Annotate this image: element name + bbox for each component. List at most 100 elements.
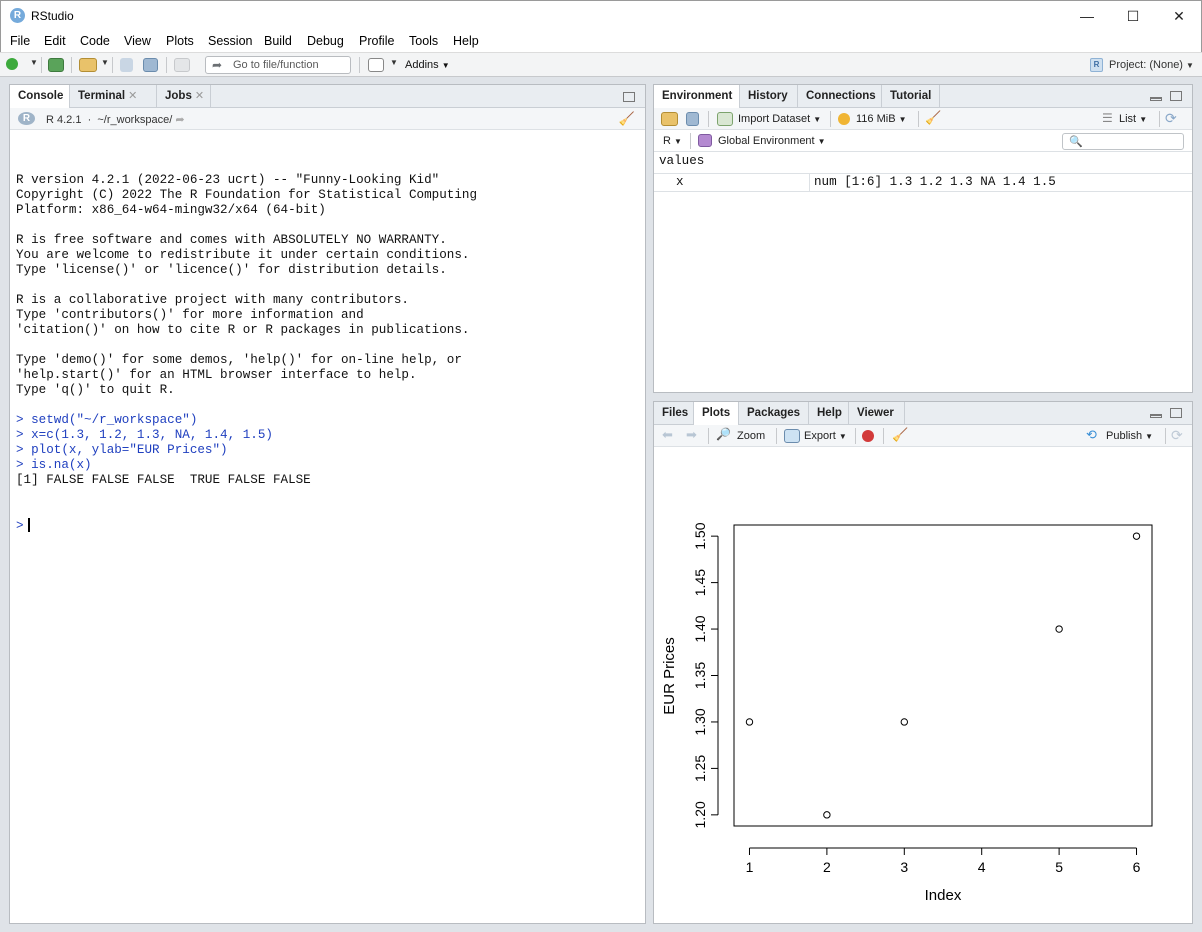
menu-help[interactable]: Help	[453, 34, 479, 48]
clear-console-icon[interactable]: 🧹	[619, 111, 635, 127]
minimize-pane-icon[interactable]	[1150, 97, 1162, 101]
toolbar-divider	[830, 111, 831, 127]
chevron-down-icon: ▼	[1139, 115, 1148, 124]
maximize-pane-icon[interactable]	[1170, 91, 1182, 101]
publish-button[interactable]: Publish ▼	[1106, 430, 1153, 442]
restore-pane-icon[interactable]	[623, 92, 635, 102]
environment-icon	[698, 134, 712, 147]
open-folder-icon[interactable]	[79, 58, 97, 72]
maximize-pane-icon[interactable]	[1170, 408, 1182, 418]
goto-file-input[interactable]: ➦ Go to file/function	[205, 56, 351, 74]
tab-jobs[interactable]: Jobs ✕	[157, 85, 211, 108]
publish-icon: ⟲	[1086, 427, 1097, 442]
project-menu[interactable]: Project: (None) ▼	[1109, 59, 1194, 71]
tab-help[interactable]: Help	[809, 402, 849, 425]
console-output[interactable]: R version 4.2.1 (2022-06-23 ucrt) -- "Fu…	[16, 143, 477, 563]
console-prompt[interactable]: >	[16, 518, 477, 533]
clear-plots-icon[interactable]: 🧹	[892, 427, 908, 443]
menu-bar: File Edit Code View Plots Session Build …	[0, 30, 1202, 52]
zoom-button[interactable]: Zoom	[737, 430, 765, 442]
y-tick-label: 1.50	[692, 522, 708, 549]
data-point	[823, 811, 831, 819]
data-point	[745, 718, 754, 726]
tab-console[interactable]: Console	[10, 85, 70, 109]
go-to-directory-icon[interactable]: ➦	[175, 114, 184, 126]
clear-workspace-icon[interactable]: 🧹	[925, 110, 941, 126]
x-tick-label: 3	[900, 859, 908, 875]
close-button[interactable]: ✕	[1156, 1, 1202, 31]
export-icon	[784, 429, 800, 443]
env-search-input[interactable]: 🔍	[1062, 133, 1184, 150]
minimize-button[interactable]: —	[1064, 1, 1110, 31]
data-point	[1132, 532, 1141, 540]
toolbar-divider	[855, 428, 856, 444]
search-icon: 🔍	[1069, 136, 1083, 148]
env-section-header: values	[659, 154, 705, 168]
console-info: R 4.2.1 · ~/r_workspace/ ➦	[46, 114, 185, 126]
menu-plots[interactable]: Plots	[166, 34, 194, 48]
console-output-line: Copyright (C) 2022 The R Foundation for …	[16, 188, 478, 202]
previous-plot-icon[interactable]: ⬅	[662, 427, 673, 443]
save-all-icon[interactable]	[143, 58, 158, 72]
print-icon[interactable]	[174, 58, 190, 72]
tab-files[interactable]: Files	[654, 402, 694, 425]
tab-history[interactable]: History	[740, 85, 798, 108]
next-plot-icon[interactable]: ➡	[686, 427, 697, 443]
minimize-pane-icon[interactable]	[1150, 414, 1162, 418]
window-title: RStudio	[31, 9, 74, 23]
save-workspace-icon[interactable]	[686, 112, 699, 126]
menu-view[interactable]: View	[124, 34, 151, 48]
new-project-icon[interactable]	[48, 58, 64, 72]
tab-plots[interactable]: Plots	[694, 402, 739, 426]
view-mode-select[interactable]: List ▼	[1119, 113, 1147, 125]
tab-environment[interactable]: Environment	[654, 85, 740, 109]
chevron-down-icon[interactable]: ▼	[30, 58, 38, 67]
menu-edit[interactable]: Edit	[44, 34, 66, 48]
remove-plot-icon[interactable]	[862, 430, 874, 442]
menu-profile[interactable]: Profile	[359, 34, 394, 48]
r-logo-icon: R	[18, 112, 35, 125]
console-lines: R version 4.2.1 (2022-06-23 ucrt) -- "Fu…	[16, 173, 477, 488]
tab-tutorial[interactable]: Tutorial	[882, 85, 940, 108]
chevron-down-icon: ▼	[898, 115, 907, 124]
language-select[interactable]: R ▼	[663, 135, 682, 147]
menu-tools[interactable]: Tools	[409, 34, 438, 48]
env-variable-name[interactable]: x	[676, 175, 684, 189]
import-dataset-button[interactable]: Import Dataset ▼	[738, 113, 821, 125]
tab-viewer[interactable]: Viewer	[849, 402, 905, 425]
menu-file[interactable]: File	[10, 34, 30, 48]
view-mode-label: List	[1119, 113, 1137, 125]
menu-debug[interactable]: Debug	[307, 34, 344, 48]
plots-pane: Files Plots Packages Help Viewer ⬅ ➡ 🔎 Z…	[653, 401, 1193, 924]
title-bar: R RStudio — ☐ ✕	[0, 0, 1202, 30]
memory-usage-button[interactable]: 116 MiB ▼	[856, 113, 907, 125]
working-directory[interactable]: ~/r_workspace/	[97, 114, 172, 126]
menu-build[interactable]: Build	[264, 34, 292, 48]
export-button[interactable]: Export ▼	[804, 430, 847, 442]
addins-menu[interactable]: Addins ▼	[405, 59, 450, 71]
load-workspace-icon[interactable]	[661, 112, 678, 126]
zoom-icon: 🔎	[716, 427, 731, 441]
pane-layout-icon[interactable]	[368, 58, 384, 72]
console-output-line: 'citation()' on how to cite R or R packa…	[16, 323, 470, 337]
console-output-line: R is a collaborative project with many c…	[16, 293, 409, 307]
environment-scope-select[interactable]: Global Environment ▼	[718, 135, 826, 147]
tab-packages[interactable]: Packages	[739, 402, 809, 425]
chevron-down-icon[interactable]: ▼	[101, 58, 109, 67]
maximize-button[interactable]: ☐	[1110, 1, 1156, 31]
toolbar-divider	[776, 428, 777, 444]
tab-connections[interactable]: Connections	[798, 85, 882, 108]
new-file-icon[interactable]	[6, 58, 18, 70]
refresh-icon[interactable]: ⟳	[1165, 110, 1177, 127]
refresh-plot-icon[interactable]: ⟳	[1171, 427, 1183, 444]
tab-terminal[interactable]: Terminal ✕	[70, 85, 157, 108]
menu-session[interactable]: Session	[208, 34, 252, 48]
menu-code[interactable]: Code	[80, 34, 110, 48]
r-version: R 4.2.1	[46, 114, 82, 126]
env-variable-value[interactable]: num [1:6] 1.3 1.2 1.3 NA 1.4 1.5	[814, 175, 1056, 189]
close-tab-icon[interactable]: ✕	[195, 90, 204, 102]
chevron-down-icon[interactable]: ▼	[390, 58, 398, 67]
close-tab-icon[interactable]: ✕	[128, 90, 137, 102]
data-point	[1055, 625, 1063, 633]
save-icon[interactable]	[120, 58, 133, 72]
